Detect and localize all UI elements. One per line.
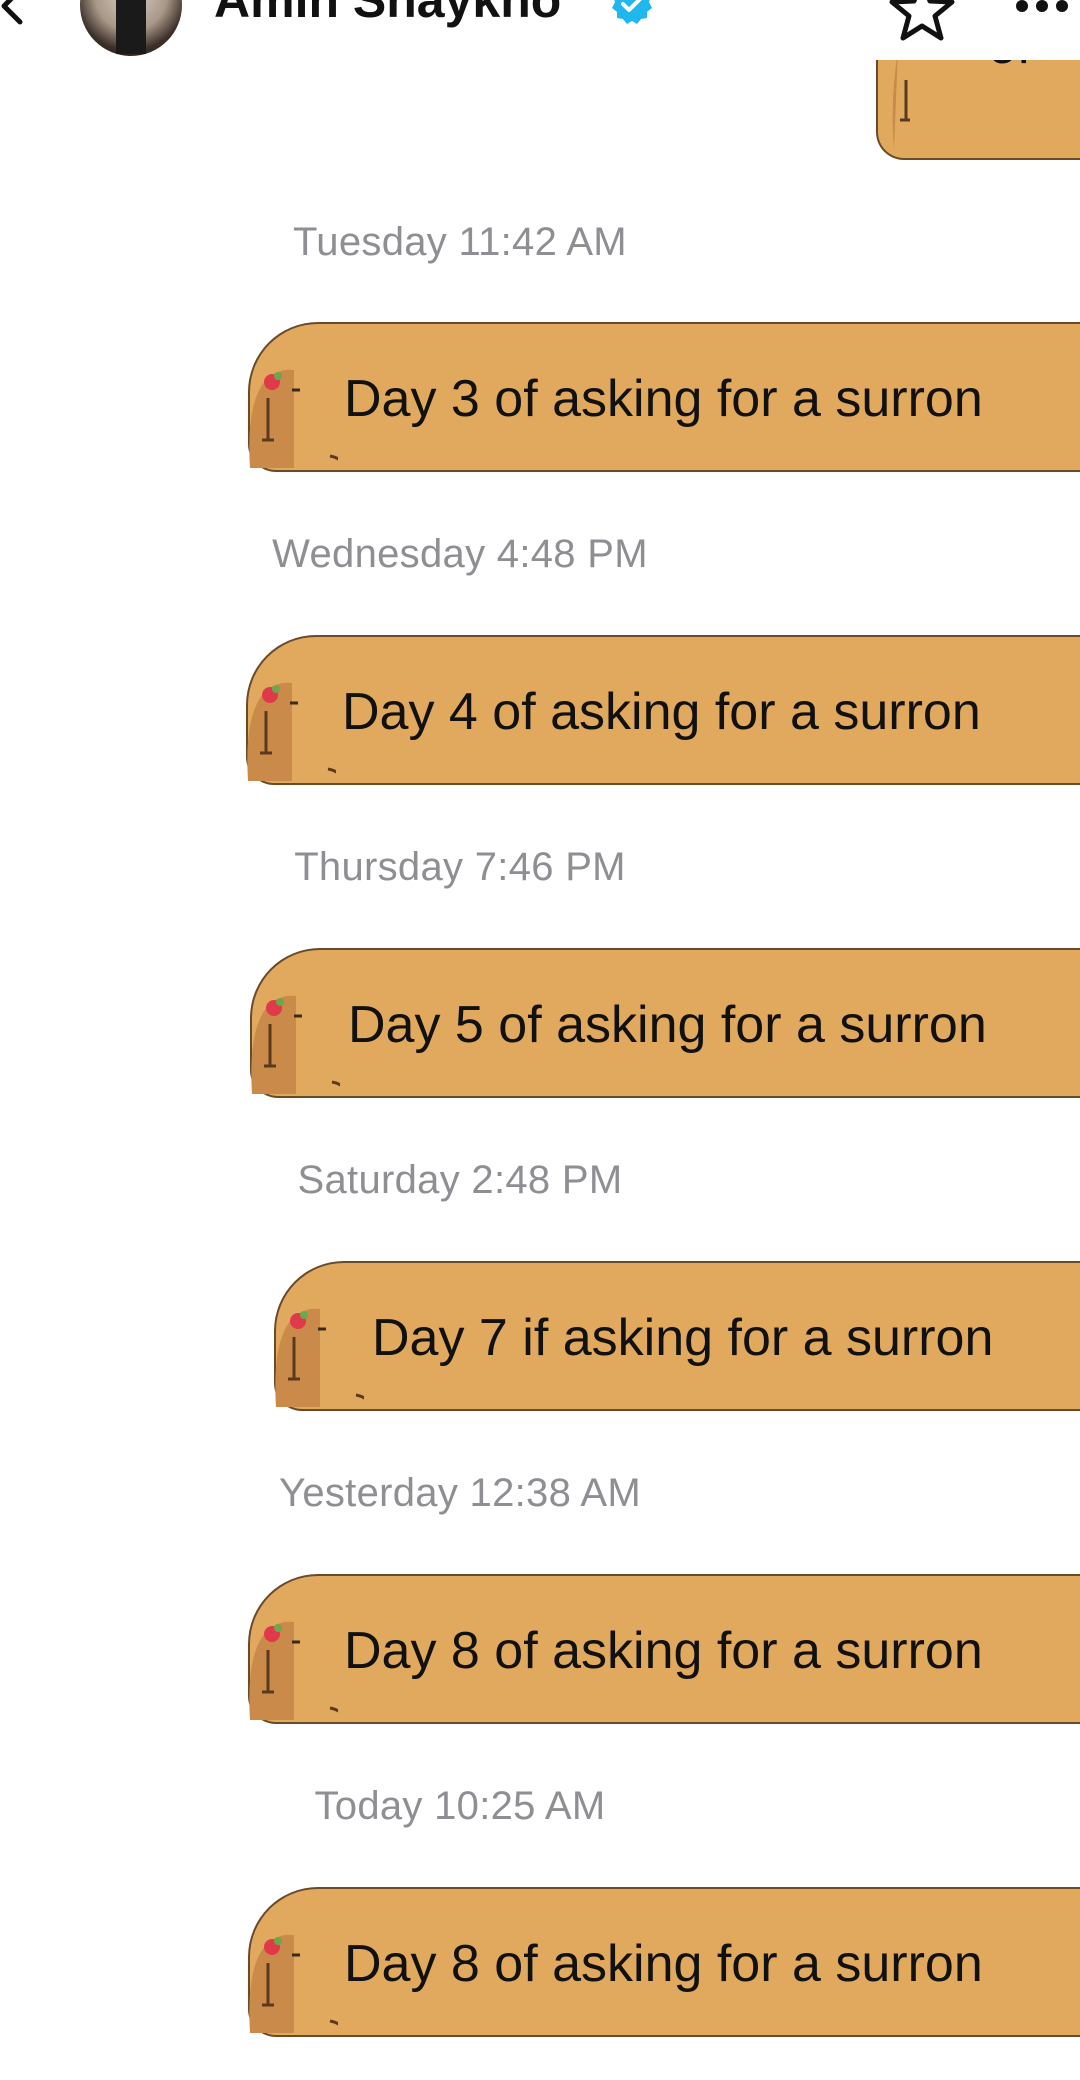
capybara-sticker-icon (247, 682, 336, 781)
capybara-sticker-icon (249, 1934, 338, 2033)
message-text: Day 3 of asking for a surron (344, 370, 983, 428)
message-bubble[interactable]: Day 3 of asking for a surron (248, 322, 1080, 472)
chat-header: Amin Shaykho (0, 0, 1080, 60)
message-text: Day 8 of asking for a surron (344, 1935, 983, 1993)
message-bubble[interactable]: Day 5 of asking for a surron (250, 948, 1080, 1098)
message-text: Day 4 of asking for a surron (342, 683, 981, 741)
verified-badge-icon (612, 0, 652, 24)
message-timestamp: Today 10:25 AM (314, 1784, 606, 1828)
message-bubble[interactable]: Day 4 of asking for a surron (246, 635, 1080, 785)
message-timestamp: Saturday 2:48 PM (297, 1158, 623, 1202)
message-bubble[interactable]: Day 8 of asking for a surron (248, 1574, 1080, 1724)
capybara-sticker-icon (275, 1308, 364, 1407)
star-icon[interactable] (888, 0, 956, 44)
capybara-sticker-icon (251, 995, 340, 1094)
avatar[interactable] (80, 0, 182, 56)
message-text: Day 7 if asking for a surron (372, 1309, 994, 1367)
message-bubble[interactable]: Day 8 of asking for a surron (248, 1887, 1080, 2037)
message-timestamp: Tuesday 11:42 AM (293, 220, 627, 264)
back-chevron-icon[interactable] (0, 0, 34, 26)
message-bubble[interactable]: Day 7 if asking for a surron (274, 1261, 1080, 1411)
capybara-sticker-icon (249, 369, 338, 468)
message-text: Day 8 of asking for a surron (344, 1622, 983, 1680)
message-timestamp: Yesterday 12:38 AM (279, 1471, 641, 1515)
message-timestamp: Thursday 7:46 PM (294, 845, 626, 889)
message-text: Day 5 of asking for a surron (348, 996, 987, 1054)
more-dots-icon[interactable] (1010, 0, 1080, 26)
capybara-sticker-icon (249, 1621, 338, 1720)
contact-name[interactable]: Amin Shaykho (214, 0, 561, 30)
message-timestamp: Wednesday 4:48 PM (272, 532, 648, 576)
